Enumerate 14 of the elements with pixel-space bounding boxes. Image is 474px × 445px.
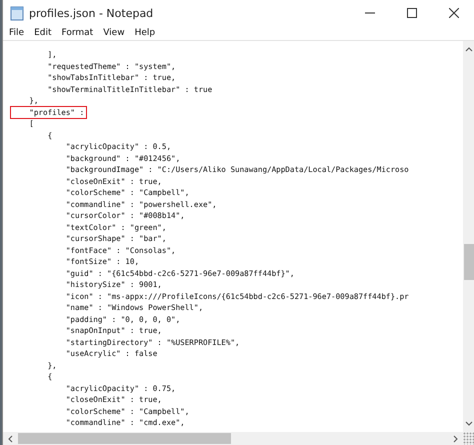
notepad-icon	[10, 6, 24, 20]
scrollbar-thumb[interactable]	[464, 244, 474, 280]
horizontal-scrollbar[interactable]	[3, 432, 463, 445]
menu-item[interactable]: Edit	[30, 28, 56, 38]
resize-grip[interactable]	[463, 432, 474, 445]
vertical-scrollbar[interactable]	[463, 41, 474, 432]
menu-item[interactable]: File	[5, 28, 28, 38]
menu-item[interactable]: Format	[58, 28, 98, 38]
scrollbar-thumb[interactable]	[18, 433, 231, 444]
close-icon	[449, 8, 459, 18]
maximize-icon	[407, 8, 417, 18]
menu-item[interactable]: View	[99, 28, 129, 38]
menu-item[interactable]: Help	[130, 28, 160, 38]
window-title: profiles.json - Notepad	[29, 6, 154, 20]
